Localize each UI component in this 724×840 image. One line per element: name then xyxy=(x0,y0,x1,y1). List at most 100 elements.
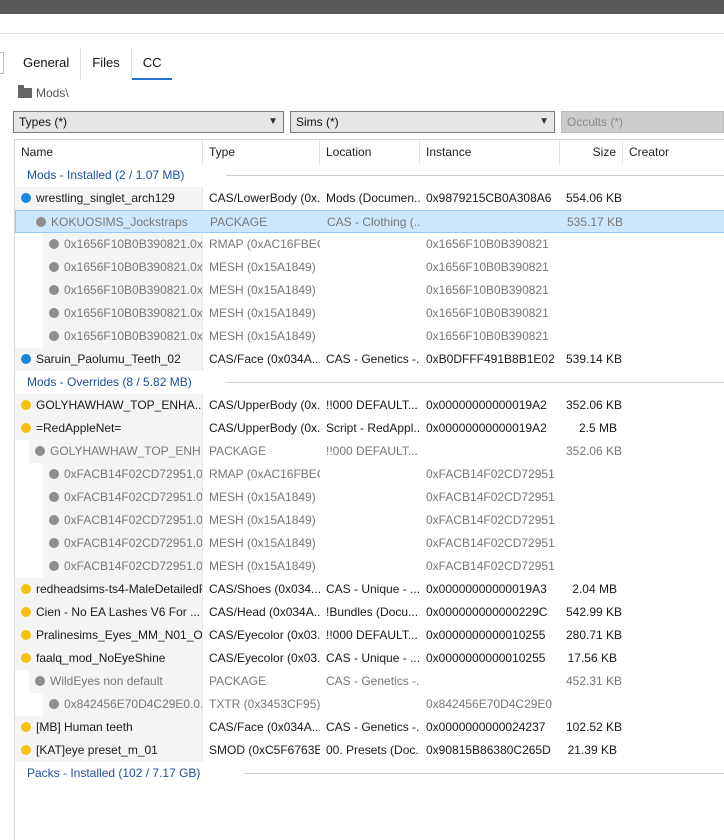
item-size: 17.56 KB xyxy=(567,651,617,665)
list-item[interactable]: Pralinesims_Eyes_MM_N01_Oa... CAS/Eyecolo… xyxy=(15,624,724,647)
item-name: 0xFACB14F02CD72951.0... xyxy=(64,559,203,573)
override-status-icon xyxy=(21,722,31,732)
item-location: CAS - Genetics -... xyxy=(326,720,420,734)
item-name-cell: 0x1656F10B0B390821.0x... xyxy=(43,302,203,325)
occults-filter-select[interactable]: Occults (*) xyxy=(561,111,724,133)
column-name-header[interactable]: Name xyxy=(15,140,203,164)
item-location xyxy=(320,486,420,509)
item-location: CAS - Clothing (... xyxy=(327,215,421,229)
item-instance: 0x00000000000019A2 xyxy=(426,421,547,435)
item-instance: 0xFACB14F02CD72951 xyxy=(426,513,555,527)
item-type: CAS/UpperBody (0x... xyxy=(209,421,320,435)
item-location: CAS - Genetics -... xyxy=(326,352,420,366)
item-size xyxy=(560,302,623,325)
item-name-cell: 0x1656F10B0B390821.0x... xyxy=(43,279,203,302)
list-item[interactable]: Cien - No EA Lashes V6 For ... CAS/Head (… xyxy=(15,601,724,624)
top-strip xyxy=(0,14,724,34)
group-header[interactable]: Mods - Installed (2 / 1.07 MB) xyxy=(15,164,724,187)
item-size: 352.06 KB xyxy=(566,444,623,458)
tab-cc[interactable]: CC xyxy=(130,48,173,80)
override-status-icon xyxy=(21,400,31,410)
item-name-cell: redheadsims-ts4-MaleDetailedF... xyxy=(15,578,203,601)
list-subitem[interactable]: WildEyes non default PACKAGE CAS - Genetic… xyxy=(15,670,724,693)
group-header[interactable]: Mods - Overrides (8 / 5.82 MB) xyxy=(15,371,724,394)
tab-bar: General Files CC xyxy=(12,48,173,80)
list-subitem[interactable]: 0xFACB14F02CD72951.0... MESH (0x15A1849) 0… xyxy=(15,532,724,555)
list-item[interactable]: wrestling_singlet_arch129 CAS/LowerBody (… xyxy=(15,187,724,210)
item-type: CAS/Face (0x034A... xyxy=(209,720,320,734)
column-location-header[interactable]: Location xyxy=(320,140,420,164)
breadcrumb[interactable]: Mods\ xyxy=(18,85,69,100)
item-size xyxy=(560,256,623,279)
list-subitem[interactable]: 0x842456E70D4C29E0.0... TXTR (0x3453CF95)… xyxy=(15,693,724,716)
occults-filter-value: Occults (*) xyxy=(567,115,624,129)
item-size xyxy=(560,463,623,486)
sims-filter-value: Sims (*) xyxy=(296,115,339,129)
item-location: Mods (Documen... xyxy=(326,191,420,205)
list-subitem[interactable]: 0x1656F10B0B390821.0x... MESH (0x15A1849)… xyxy=(15,256,724,279)
column-type-header[interactable]: Type xyxy=(203,140,320,164)
override-status-icon xyxy=(21,584,31,594)
item-instance: 0x0000000000010255 xyxy=(426,628,546,642)
tab-files[interactable]: Files xyxy=(80,48,130,80)
item-instance: 0x00000000000019A2 xyxy=(426,398,547,412)
item-size: 2.04 MB xyxy=(572,582,617,596)
list-item[interactable]: [KAT]eye preset_m_01 SMOD (0xC5F6763E) 00.… xyxy=(15,739,724,762)
item-instance: 0xFACB14F02CD72951 xyxy=(426,536,555,550)
child-status-icon xyxy=(36,217,46,227)
sims-filter-select[interactable]: Sims (*) ▼ xyxy=(290,111,555,133)
list-subitem[interactable]: 0xFACB14F02CD72951.0... MESH (0x15A1849) 0… xyxy=(15,509,724,532)
item-location xyxy=(320,532,420,555)
tab-general[interactable]: General xyxy=(12,48,80,80)
item-location: CAS - Unique - ... xyxy=(326,582,420,596)
item-name: 0x1656F10B0B390821.0x... xyxy=(64,306,203,320)
list-item[interactable]: Saruin_Paolumu_Teeth_02 CAS/Face (0x034A.… xyxy=(15,348,724,371)
list-subitem[interactable]: 0x1656F10B0B390821.0x... MESH (0x15A1849)… xyxy=(15,302,724,325)
item-name: 0xFACB14F02CD72951.0... xyxy=(64,490,203,504)
item-name-cell: wrestling_singlet_arch129 xyxy=(15,187,203,210)
item-type: CAS/Eyecolor (0x03... xyxy=(209,651,320,665)
list-subitem[interactable]: 0xFACB14F02CD72951.0... MESH (0x15A1849) 0… xyxy=(15,486,724,509)
list-item[interactable]: faalq_mod_NoEyeShine CAS/Eyecolor (0x03..… xyxy=(15,647,724,670)
child-status-icon xyxy=(49,538,59,548)
item-instance: 0x1656F10B0B390821 xyxy=(426,237,549,251)
list-item[interactable]: GOLYHAWHAW_TOP_ENHA... CAS/UpperBody (0x.… xyxy=(15,394,724,417)
group-header[interactable]: Packs - Installed (102 / 7.17 GB) xyxy=(15,762,724,785)
child-status-icon xyxy=(49,469,59,479)
list-subitem[interactable]: 0x1656F10B0B390821.0x... RMAP (0xAC16FBEC… xyxy=(15,233,724,256)
item-instance: 0xB0DFFF491B8B1E02 xyxy=(426,352,555,366)
override-status-icon xyxy=(21,653,31,663)
item-name: =RedAppleNet= xyxy=(36,421,122,435)
list-subitem[interactable]: KOKUOSIMS_Jockstraps PACKAGE CAS - Clothin… xyxy=(15,210,724,234)
item-location: Script - RedAppl... xyxy=(326,421,420,435)
folder-icon xyxy=(18,85,32,98)
override-status-icon xyxy=(21,630,31,640)
column-creator-header[interactable]: Creator xyxy=(623,140,724,164)
group-title: Mods - Installed (2 / 1.07 MB) xyxy=(27,168,185,182)
item-location xyxy=(320,509,420,532)
list-subitem[interactable]: 0x1656F10B0B390821.0x... MESH (0x15A1849)… xyxy=(15,279,724,302)
item-name: Cien - No EA Lashes V6 For ... xyxy=(36,605,201,619)
list-item[interactable]: =RedAppleNet= CAS/UpperBody (0x... Script … xyxy=(15,417,724,440)
left-control-edge[interactable] xyxy=(0,52,4,74)
list-subitem[interactable]: 0xFACB14F02CD72951.0... MESH (0x15A1849) 0… xyxy=(15,555,724,578)
list-item[interactable]: redheadsims-ts4-MaleDetailedF... CAS/Shoe… xyxy=(15,578,724,601)
list-subitem[interactable]: GOLYHAWHAW_TOP_ENH... PACKAGE !!000 DEFAUL… xyxy=(15,440,724,463)
column-instance-header[interactable]: Instance xyxy=(420,140,560,164)
list-subitem[interactable]: 0xFACB14F02CD72951.0... RMAP (0xAC16FBEC)… xyxy=(15,463,724,486)
item-name-cell: =RedAppleNet= xyxy=(15,417,203,440)
column-size-header[interactable]: Size xyxy=(560,140,623,164)
list-item[interactable]: [MB] Human teeth CAS/Face (0x034A... CAS -… xyxy=(15,716,724,739)
item-name: 0x1656F10B0B390821.0x... xyxy=(64,283,203,297)
item-instance: 0x1656F10B0B390821 xyxy=(426,306,549,320)
item-name: wrestling_singlet_arch129 xyxy=(36,191,175,205)
item-name-cell: GOLYHAWHAW_TOP_ENHA... xyxy=(15,394,203,417)
item-size: 554.06 KB xyxy=(566,191,623,205)
item-instance xyxy=(421,211,561,234)
types-filter-select[interactable]: Types (*) ▼ xyxy=(13,111,284,133)
list-subitem[interactable]: 0x1656F10B0B390821.0x... MESH (0x15A1849)… xyxy=(15,325,724,348)
item-size: 2.5 MB xyxy=(578,421,617,435)
installed-status-icon xyxy=(21,354,31,364)
item-instance: 0x90815B86380C265D xyxy=(426,743,551,757)
item-location xyxy=(320,555,420,578)
